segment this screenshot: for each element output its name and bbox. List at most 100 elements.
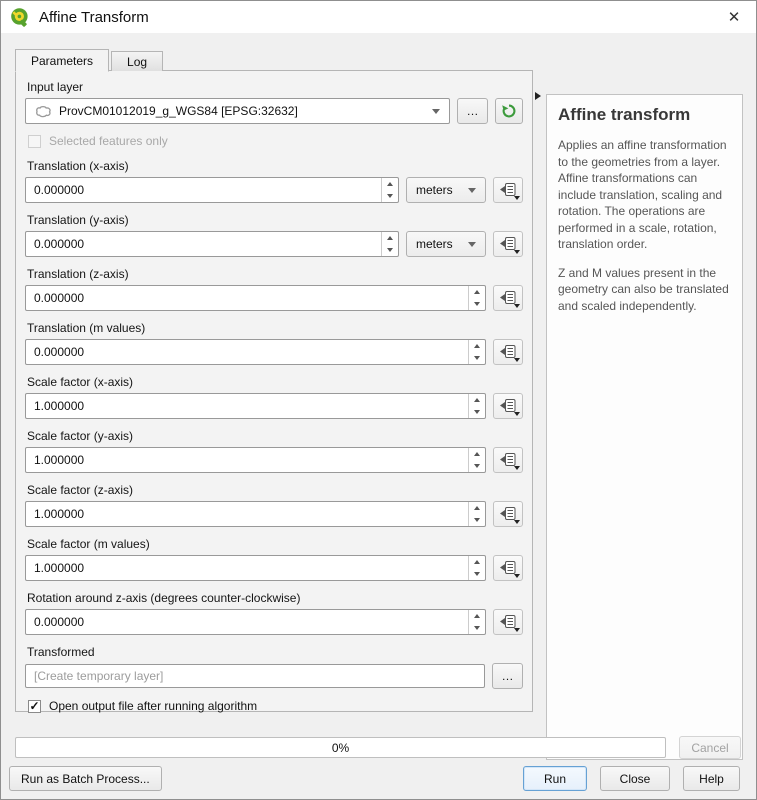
parameter-label: Scale factor (x-axis) xyxy=(27,375,523,389)
spin-down-icon[interactable] xyxy=(469,406,485,418)
window-title: Affine Transform xyxy=(39,9,149,26)
dropdown-corner-icon xyxy=(514,196,520,200)
input-layer-combo[interactable]: ProvCM01012019_g_WGS84 [EPSG:32632] xyxy=(25,98,450,124)
data-defined-override-button[interactable] xyxy=(493,555,523,581)
spinner-buttons xyxy=(468,394,485,418)
selected-features-checkbox xyxy=(28,135,41,148)
spin-down-icon[interactable] xyxy=(469,622,485,634)
run-as-batch-button[interactable]: Run as Batch Process... xyxy=(9,766,162,791)
spinner-buttons xyxy=(381,178,398,202)
data-defined-override-button[interactable] xyxy=(493,285,523,311)
open-output-row: Open output file after running algorithm xyxy=(28,698,523,714)
dropdown-corner-icon xyxy=(514,520,520,524)
spin-up-icon[interactable] xyxy=(469,610,485,622)
unit-combo-value: meters xyxy=(416,183,453,197)
parameter-field-group: Scale factor (m values) xyxy=(25,537,523,581)
spinner-buttons xyxy=(468,502,485,526)
selected-features-row: Selected features only xyxy=(28,133,523,149)
spinner-buttons xyxy=(468,448,485,472)
data-defined-override-button[interactable] xyxy=(493,339,523,365)
spin-down-icon[interactable] xyxy=(469,298,485,310)
number-spinbox xyxy=(25,393,486,419)
dropdown-corner-icon xyxy=(514,628,520,632)
spin-up-icon[interactable] xyxy=(469,286,485,298)
affine-transform-dialog: Affine Transform ✕ Parameters Log Input … xyxy=(0,0,757,800)
parameter-fields: Translation (x-axis) meters xyxy=(25,159,523,635)
parameter-label: Translation (y-axis) xyxy=(27,213,523,227)
spinbox-input[interactable] xyxy=(26,502,468,526)
data-defined-override-button[interactable] xyxy=(493,609,523,635)
close-icon[interactable]: ✕ xyxy=(712,1,756,33)
parameter-field-group: Scale factor (z-axis) xyxy=(25,483,523,527)
tab-log[interactable]: Log xyxy=(111,51,163,71)
spinbox-input[interactable] xyxy=(26,178,381,202)
parameter-label: Translation (z-axis) xyxy=(27,267,523,281)
spinner-buttons xyxy=(381,232,398,256)
spin-down-icon[interactable] xyxy=(469,514,485,526)
parameter-label: Translation (m values) xyxy=(27,321,523,335)
transformed-label: Transformed xyxy=(27,645,523,659)
dropdown-corner-icon xyxy=(514,412,520,416)
dropdown-corner-icon xyxy=(514,358,520,362)
spin-up-icon[interactable] xyxy=(382,232,398,244)
spin-up-icon[interactable] xyxy=(469,556,485,568)
spin-down-icon[interactable] xyxy=(469,568,485,580)
spinbox-input[interactable] xyxy=(26,340,468,364)
spinbox-input[interactable] xyxy=(26,610,468,634)
data-defined-override-button[interactable] xyxy=(493,501,523,527)
input-layer-browse-button[interactable]: … xyxy=(457,98,488,124)
data-defined-override-button[interactable] xyxy=(493,447,523,473)
number-spinbox xyxy=(25,501,486,527)
spinbox-input[interactable] xyxy=(26,286,468,310)
chevron-down-icon xyxy=(468,188,476,193)
help-button[interactable]: Help xyxy=(683,766,740,791)
spin-down-icon[interactable] xyxy=(382,244,398,256)
qgis-logo-icon xyxy=(10,7,30,27)
data-defined-override-button[interactable] xyxy=(493,231,523,257)
cancel-button: Cancel xyxy=(679,736,741,759)
spinbox-input[interactable] xyxy=(26,232,381,256)
spin-up-icon[interactable] xyxy=(382,178,398,190)
parameter-label: Scale factor (m values) xyxy=(27,537,523,551)
spin-down-icon[interactable] xyxy=(469,460,485,472)
number-spinbox xyxy=(25,555,486,581)
parameter-field-group: Rotation around z-axis (degrees counter-… xyxy=(25,591,523,635)
tab-bar: Parameters Log xyxy=(15,49,756,71)
spin-up-icon[interactable] xyxy=(469,394,485,406)
spinbox-input[interactable] xyxy=(26,448,468,472)
data-defined-override-button[interactable] xyxy=(493,393,523,419)
transformed-group: Transformed … xyxy=(25,645,523,689)
spinner-buttons xyxy=(468,340,485,364)
unit-combo-value: meters xyxy=(416,237,453,251)
progress-bar: 0% xyxy=(15,737,666,758)
close-button[interactable]: Close xyxy=(600,766,670,791)
dropdown-corner-icon xyxy=(514,574,520,578)
spinner-buttons xyxy=(468,556,485,580)
chevron-down-icon xyxy=(468,242,476,247)
spinbox-input[interactable] xyxy=(26,394,468,418)
unit-combo[interactable]: meters xyxy=(406,177,486,203)
transformed-browse-button[interactable]: … xyxy=(492,663,523,689)
parameters-panel: Input layer ProvCM01012019_g_WGS84 [EPSG… xyxy=(15,70,533,712)
spin-up-icon[interactable] xyxy=(469,340,485,352)
spinbox-input[interactable] xyxy=(26,556,468,580)
spin-up-icon[interactable] xyxy=(469,502,485,514)
spin-up-icon[interactable] xyxy=(469,448,485,460)
collapse-help-panel-icon[interactable] xyxy=(535,92,541,100)
parameter-field-group: Translation (y-axis) meters xyxy=(25,213,523,257)
input-layer-label: Input layer xyxy=(27,80,523,94)
dialog-footer: 0% Cancel Run as Batch Process... Run Cl… xyxy=(1,727,756,799)
run-button[interactable]: Run xyxy=(523,766,587,791)
number-spinbox xyxy=(25,285,486,311)
spin-down-icon[interactable] xyxy=(382,190,398,202)
open-output-checkbox[interactable] xyxy=(28,700,41,713)
spin-down-icon[interactable] xyxy=(469,352,485,364)
transformed-output-input[interactable] xyxy=(25,664,485,688)
data-defined-override-button[interactable] xyxy=(493,177,523,203)
input-layer-value: ProvCM01012019_g_WGS84 [EPSG:32632] xyxy=(59,104,298,118)
tab-parameters[interactable]: Parameters xyxy=(15,49,109,72)
unit-combo[interactable]: meters xyxy=(406,231,486,257)
help-paragraph: Z and M values present in the geometry c… xyxy=(558,265,731,315)
spinner-buttons xyxy=(468,286,485,310)
iterate-over-layer-button[interactable] xyxy=(495,98,523,124)
